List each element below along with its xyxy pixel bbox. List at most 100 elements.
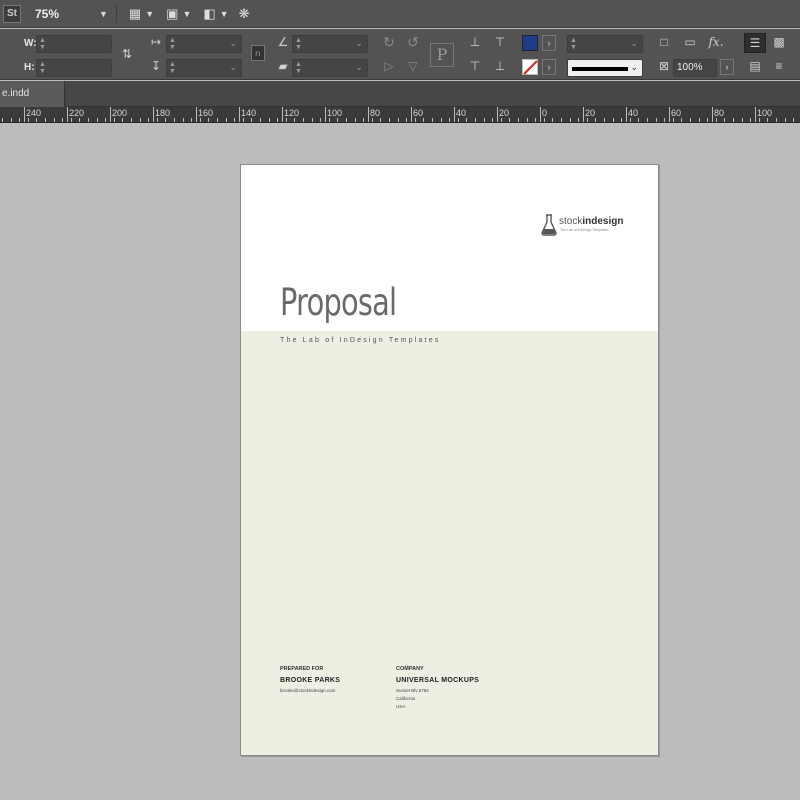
scale-y-dropdown-icon[interactable]: ⌄ [229, 62, 237, 73]
opacity-chevron-right-icon[interactable]: › [720, 59, 734, 75]
zoom-level[interactable]: 75% [35, 7, 95, 21]
view-options-icon[interactable]: ▦ [129, 6, 141, 22]
proposal-title[interactable]: Proposal [280, 281, 397, 324]
effects-fx-icon[interactable]: fx. [708, 35, 724, 49]
ruler-minor-tick [148, 118, 149, 122]
stroke-weight-stepper-icon[interactable]: ▲ ▼ [570, 37, 577, 51]
height-label: H: [24, 62, 35, 73]
rotate-clockwise-icon[interactable]: ↻ [381, 34, 397, 51]
stock-badge-icon[interactable]: St [3, 4, 21, 23]
ruler-minor-tick [544, 118, 545, 122]
scale-x-stepper-icon[interactable]: ▲ ▼ [169, 37, 176, 51]
width-field[interactable]: ▲ ▼ [36, 35, 112, 53]
p-reference-icon[interactable]: P [430, 43, 454, 67]
scale-x-field[interactable]: ▲ ▼ ⌄ [166, 35, 242, 53]
stroke-chevron-right-icon[interactable]: › [542, 59, 556, 75]
ruler-minor-tick [681, 118, 682, 122]
ruler-tick-label: 40 [456, 108, 467, 118]
ruler-major-tick [755, 107, 756, 122]
fill-chevron-right-icon[interactable]: › [542, 35, 556, 51]
ruler-minor-tick [372, 118, 373, 122]
prepared-for-label[interactable]: PREPARED FOR [280, 666, 323, 672]
ruler-tick-label: 60 [413, 108, 424, 118]
company-label[interactable]: COMPANY [396, 666, 424, 672]
ruler-minor-tick [552, 118, 553, 122]
horizontal-ruler[interactable]: 240 220 200 180 160 140 120 100 80 60 40 20 0 20 40 60 8… [0, 107, 800, 123]
flip-horizontal-icon[interactable]: ▷ [381, 59, 397, 73]
select-previous-object-icon[interactable]: ⊤ [467, 59, 483, 73]
select-container-icon[interactable]: ⊥ [467, 35, 483, 49]
flip-vertical-icon[interactable]: ▽ [405, 59, 421, 73]
prepared-for-name[interactable]: BROOKE PARKS [280, 677, 340, 684]
stroke-type-dropdown-icon[interactable]: ⌄ [630, 62, 638, 73]
ruler-minor-tick [432, 118, 433, 122]
opacity-icon: ⊠ [658, 59, 670, 73]
zoom-chevron-down-icon[interactable]: ▼ [99, 9, 108, 19]
stroke-swatch[interactable] [522, 59, 538, 75]
stroke-type-preview [572, 67, 628, 71]
proposal-tagline[interactable]: The Lab of InDesign Templates [280, 337, 441, 344]
company-address-line-1[interactable]: Sunset Blv 6784 [396, 688, 429, 693]
ruler-minor-tick [561, 118, 562, 122]
prepared-for-email[interactable]: brooke@stockindesign.com [280, 688, 335, 693]
corner-options-icon[interactable]: □ [656, 35, 672, 49]
ruler-minor-tick [767, 118, 768, 122]
company-address-line-2[interactable]: California [396, 696, 415, 701]
wrap-around-bounding-icon[interactable]: ▩ [771, 35, 787, 49]
drop-shadow-icon[interactable]: ▭ [682, 35, 698, 49]
screen-mode-icon[interactable]: ▣ [166, 6, 178, 22]
fill-swatch[interactable] [522, 35, 538, 51]
width-stepper-icon[interactable]: ▲ ▼ [39, 37, 46, 51]
document-tab[interactable]: e.indd [0, 81, 65, 107]
select-next-object-icon[interactable]: ⊥ [492, 59, 508, 73]
ruler-minor-tick [71, 118, 72, 122]
company-name[interactable]: UNIVERSAL MOCKUPS [396, 677, 479, 684]
scale-y-stepper-icon[interactable]: ▲ ▼ [169, 61, 176, 75]
width-label: W: [24, 38, 37, 49]
ruler-minor-tick [243, 118, 244, 122]
screen-mode-chevron-down-icon[interactable]: ▼ [182, 9, 191, 19]
scale-x-dropdown-icon[interactable]: ⌄ [229, 38, 237, 49]
shear-stepper-icon[interactable]: ▲ ▼ [295, 61, 302, 75]
constrain-scale-link-icon[interactable]: ∩ [251, 45, 265, 61]
stroke-weight-dropdown-icon[interactable]: ⌄ [630, 38, 638, 49]
opacity-field[interactable]: 100% [673, 59, 717, 77]
height-stepper-icon[interactable]: ▲ ▼ [39, 61, 46, 75]
ruler-minor-tick [234, 118, 235, 122]
view-options-chevron-down-icon[interactable]: ▼ [145, 9, 154, 19]
ruler-minor-tick [217, 118, 218, 122]
ruler-minor-tick [200, 118, 201, 122]
rotation-dropdown-icon[interactable]: ⌄ [355, 38, 363, 49]
height-field[interactable]: ▲ ▼ [36, 59, 112, 77]
arrange-documents-chevron-down-icon[interactable]: ▼ [220, 9, 229, 19]
flask-icon [541, 214, 557, 236]
stroke-type-field[interactable]: ⌄ [567, 59, 643, 77]
jump-object-icon[interactable]: ≡ [771, 59, 787, 73]
document-page[interactable]: stockindesign The Lab of InDesign Templa… [240, 164, 659, 756]
scale-x-icon: ↦ [150, 35, 162, 49]
ruler-minor-tick [277, 118, 278, 122]
ruler-minor-tick [570, 118, 571, 122]
arrange-documents-icon[interactable]: ◧ [203, 6, 215, 22]
stockindesign-logo[interactable]: stockindesign The Lab of InDesign Templa… [541, 213, 631, 239]
select-content-icon[interactable]: ⊤ [492, 35, 508, 49]
wrap-object-shape-icon[interactable]: ▤ [747, 59, 763, 73]
constrain-proportions-link-icon[interactable]: ⇅ [119, 47, 135, 61]
rotate-counterclockwise-icon[interactable]: ↺ [405, 34, 421, 51]
logo-bold: indesign [582, 216, 624, 227]
ruler-tick-label: 240 [26, 108, 42, 118]
rotation-angle-field[interactable]: ▲ ▼ ⌄ [292, 35, 368, 53]
ruler-minor-tick [320, 118, 321, 122]
rotation-stepper-icon[interactable]: ▲ ▼ [295, 37, 302, 51]
stroke-weight-field[interactable]: ▲ ▼ ⌄ [567, 35, 643, 53]
company-address-line-3[interactable]: USA [396, 704, 405, 709]
shear-dropdown-icon[interactable]: ⌄ [355, 62, 363, 73]
text-wrap-active-button[interactable]: ☰ [744, 33, 766, 53]
scale-y-field[interactable]: ▲ ▼ ⌄ [166, 59, 242, 77]
ruler-minor-tick [269, 118, 270, 122]
ruler-minor-tick [664, 118, 665, 122]
ruler-tick-label: 100 [327, 108, 343, 118]
shear-angle-field[interactable]: ▲ ▼ ⌄ [292, 59, 368, 77]
publish-online-icon[interactable]: ❋ [239, 6, 250, 22]
ruler-tick-label: 80 [370, 108, 381, 118]
